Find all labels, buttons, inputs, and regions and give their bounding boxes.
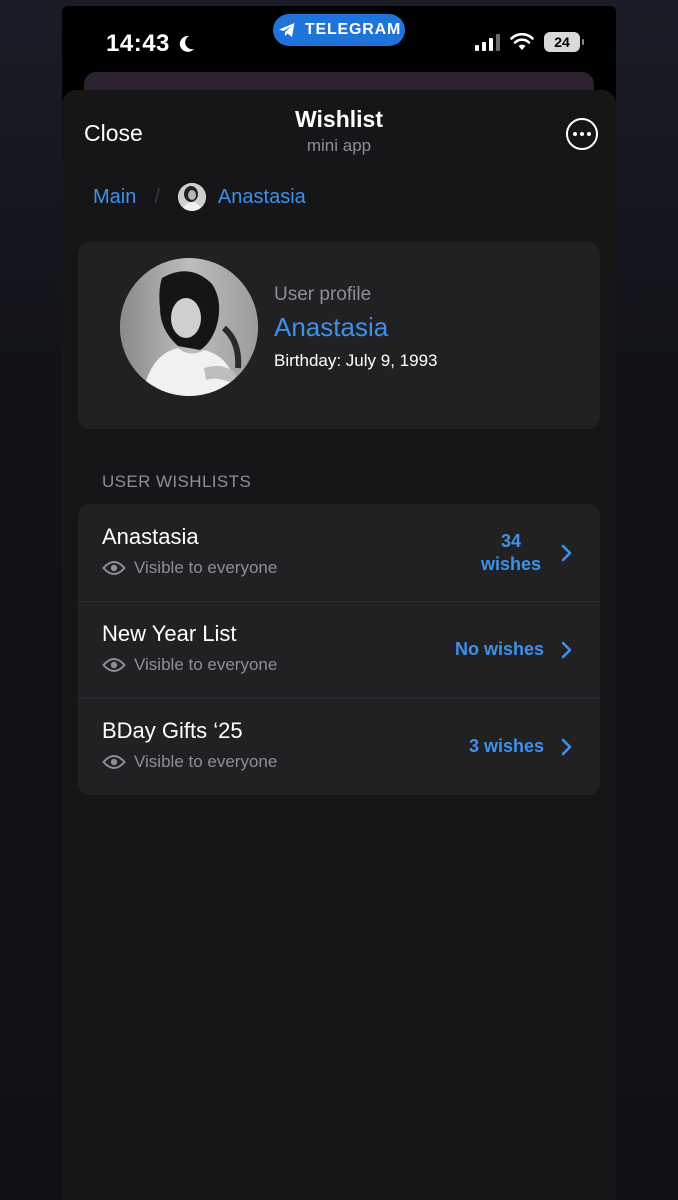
time-label: 14:43 bbox=[106, 30, 170, 57]
wishlist-row[interactable]: BDay Gifts ‘25 Visible to everyone 3 wis… bbox=[78, 698, 600, 795]
breadcrumb-current[interactable]: Anastasia bbox=[177, 183, 306, 211]
profile-birthday: Birthday: July 9, 1993 bbox=[274, 351, 438, 370]
chevron-right-icon bbox=[561, 544, 572, 561]
status-indicators: 24 bbox=[475, 32, 584, 52]
profile-details: User profile Anastasia Birthday: July 9,… bbox=[274, 284, 437, 371]
moon-icon bbox=[179, 35, 194, 52]
wishlist-count-area: No wishes bbox=[455, 601, 572, 698]
breadcrumb-main[interactable]: Main bbox=[93, 186, 136, 209]
header-title-block: Wishlist mini app bbox=[62, 106, 616, 156]
profile-kicker: User profile bbox=[274, 284, 372, 305]
battery-icon: 24 bbox=[544, 32, 584, 52]
battery-level: 24 bbox=[554, 34, 570, 50]
wish-count: No wishes bbox=[454, 639, 544, 659]
wish-count-number: 34 bbox=[500, 530, 522, 551]
telegram-pill[interactable]: TELEGRAM bbox=[273, 14, 405, 46]
visibility-label: Visible to everyone bbox=[134, 752, 278, 771]
wishlist-count-area: 34 wishes bbox=[478, 504, 572, 601]
profile-name: Anastasia bbox=[274, 312, 389, 342]
visibility-label: Visible to everyone bbox=[134, 558, 278, 577]
wish-count-unit: wishes bbox=[480, 553, 542, 574]
telegram-pill-label: TELEGRAM bbox=[304, 21, 402, 38]
chevron-right-icon bbox=[561, 641, 572, 658]
wishlist-visibility: Visible to everyone bbox=[102, 655, 277, 675]
breadcrumb-separator: / bbox=[154, 185, 160, 208]
wishlist-row[interactable]: Anastasia Visible to everyone 34 wishes bbox=[78, 504, 600, 601]
wish-count: 3 wishes bbox=[468, 736, 544, 756]
app-title: Wishlist bbox=[295, 106, 383, 132]
profile-card: User profile Anastasia Birthday: July 9,… bbox=[78, 242, 600, 429]
wishlist-count-area: 3 wishes bbox=[469, 698, 572, 795]
sheet-header: Close Wishlist mini app bbox=[62, 90, 616, 170]
eye-icon bbox=[102, 755, 126, 769]
app-subtitle: mini app bbox=[306, 136, 372, 155]
more-options-icon[interactable] bbox=[566, 118, 598, 150]
breadcrumb-current-label: Anastasia bbox=[217, 185, 306, 208]
breadcrumb: Main / Anastasia bbox=[93, 182, 306, 212]
wishlist-visibility: Visible to everyone bbox=[102, 558, 277, 578]
wishlist-title: New Year List bbox=[102, 621, 237, 646]
wish-count: 34 wishes bbox=[478, 530, 544, 576]
phone-screen: 14:43 TELEGRAM 24 Close Wishlist mini ap… bbox=[62, 6, 616, 1200]
mini-app-sheet: Close Wishlist mini app Main / Anastasia… bbox=[62, 90, 616, 1200]
status-time: 14:43 bbox=[106, 30, 196, 58]
wishlists-list: Anastasia Visible to everyone 34 wishes bbox=[78, 504, 600, 795]
chevron-right-icon bbox=[561, 738, 572, 755]
eye-icon bbox=[102, 561, 126, 575]
wishlist-visibility: Visible to everyone bbox=[102, 752, 277, 772]
wishlist-title: BDay Gifts ‘25 bbox=[102, 718, 243, 743]
wishlists-section-label: USER WISHLISTS bbox=[102, 472, 252, 491]
breadcrumb-avatar bbox=[177, 183, 206, 211]
avatar bbox=[120, 258, 258, 396]
wishlist-title: Anastasia bbox=[102, 524, 199, 549]
wifi-icon bbox=[510, 33, 534, 50]
visibility-label: Visible to everyone bbox=[134, 655, 278, 674]
eye-icon bbox=[102, 658, 126, 672]
wishlist-row[interactable]: New Year List Visible to everyone No wis… bbox=[78, 601, 600, 698]
telegram-icon bbox=[278, 23, 295, 37]
signal-icon bbox=[475, 33, 500, 51]
status-bar: 14:43 TELEGRAM 24 bbox=[62, 6, 616, 76]
